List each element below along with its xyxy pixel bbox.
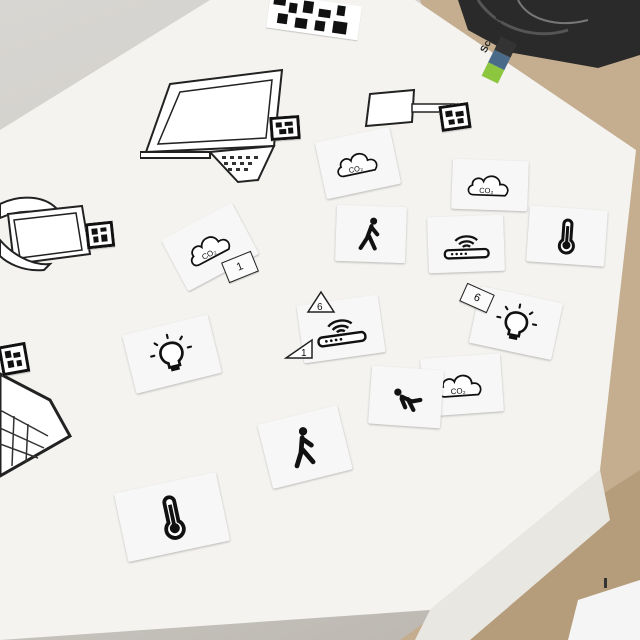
fallen-person-card bbox=[368, 365, 444, 429]
wifi-router-icon bbox=[443, 235, 490, 260]
aruco-marker-projector bbox=[438, 102, 472, 132]
walking-person-icon bbox=[358, 217, 380, 251]
person-card bbox=[335, 204, 407, 264]
light-bulb-icon bbox=[150, 334, 193, 372]
fallen-person-icon bbox=[394, 388, 423, 413]
co2-cloud-icon: CO₂ bbox=[467, 175, 509, 197]
desk-edge-highlight bbox=[568, 578, 640, 640]
triangle-tag-1-label: 1 bbox=[301, 348, 307, 359]
co2-label: CO₂ bbox=[451, 386, 467, 396]
co2-cloud-icon: CO₂ bbox=[336, 153, 378, 178]
co2-label: CO₂ bbox=[479, 186, 494, 195]
smartphone-in-hand-drawing bbox=[0, 190, 96, 272]
walking-person-icon bbox=[295, 427, 317, 469]
triangle-tag-6-label: 6 bbox=[317, 302, 323, 313]
light-bulb-icon bbox=[495, 303, 537, 341]
photo-scene: Scene2Model CO₂ CO₂ CO₂ 1 CO₂ 6 6 1 bbox=[0, 0, 640, 640]
thermometer-icon bbox=[161, 495, 186, 540]
aruco-marker-laptop bbox=[269, 114, 301, 142]
triangle-tag-1: 1 bbox=[284, 338, 313, 359]
thermometer-icon bbox=[557, 218, 575, 255]
router-card bbox=[427, 214, 505, 274]
aruco-marker-building bbox=[0, 341, 31, 377]
aruco-marker-phone bbox=[84, 220, 116, 250]
triangle-tag-6: 6 bbox=[306, 290, 336, 313]
co2-card: CO₂ bbox=[451, 158, 529, 212]
thermometer-card bbox=[526, 205, 608, 267]
